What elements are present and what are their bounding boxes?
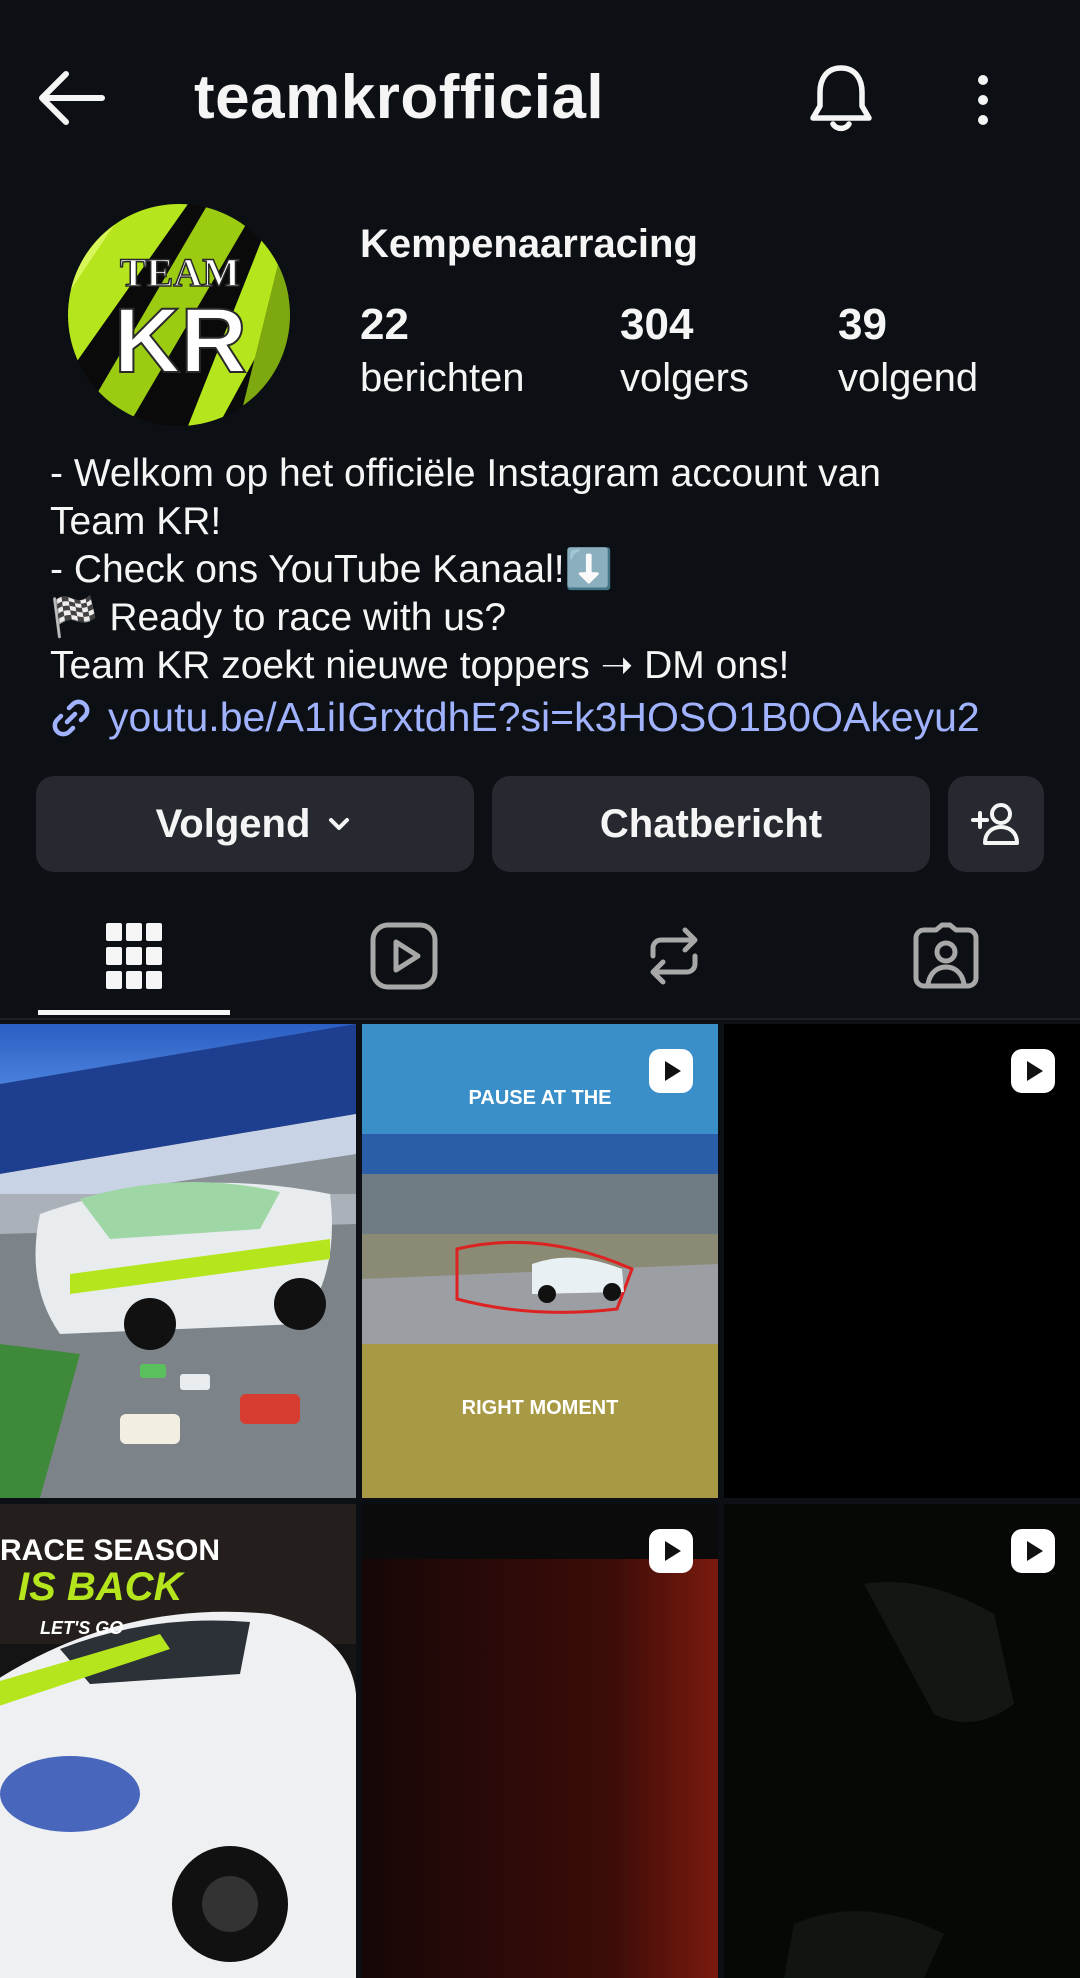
bio-line: 🏁 Ready to race with us? (50, 596, 507, 639)
profile-bio: - Welkom op het officiële Instagram acco… (50, 450, 1050, 690)
stat-following-label: volgend (838, 356, 979, 400)
following-button[interactable]: Volgend (36, 776, 474, 872)
bio-link-text: youtu.be/A1iIGrxtdhE?si=k3HOSO1B0OAkeyu2 (108, 694, 980, 740)
stat-following[interactable]: 39 volgend (838, 300, 978, 401)
top-bar: teamkrofficial (0, 0, 1080, 200)
reels-icon (370, 922, 438, 990)
post-overlay-text: LET'S GO (40, 1618, 123, 1638)
grid-post[interactable] (724, 1504, 1080, 1978)
post-overlay-text: RACE SEASON (0, 1534, 220, 1567)
bio-line: Team KR zoekt nieuwe toppers ➝ DM ons! (50, 644, 790, 687)
bio-line: Team KR! (50, 500, 222, 543)
profile-username: teamkrofficial (194, 63, 605, 132)
bio-line: - Welkom op het officiële Instagram acco… (50, 452, 881, 495)
more-vertical-icon[interactable] (970, 74, 996, 126)
avatar-text-team: TEAM (120, 250, 240, 295)
suggested-users-button[interactable] (948, 776, 1044, 872)
tagged-icon (913, 922, 979, 989)
bio-line: - Check ons YouTube Kanaal!⬇️ (50, 548, 614, 591)
tabs-divider (0, 1018, 1080, 1020)
reel-badge-icon (1011, 1529, 1055, 1573)
stat-posts[interactable]: 22 berichten (360, 300, 525, 401)
following-button-label: Volgend (155, 801, 311, 846)
profile-display-name: Kempenaarracing (360, 222, 698, 266)
tab-reels[interactable] (308, 892, 500, 1020)
stat-followers[interactable]: 304 volgers (620, 300, 749, 401)
grid-post[interactable] (0, 1024, 356, 1498)
profile-tabs (0, 892, 1080, 1022)
grid-post[interactable] (724, 1024, 1080, 1498)
stat-followers-count: 304 (620, 300, 694, 349)
grid-post[interactable]: RACE SEASON IS BACK LET'S GO (0, 1504, 356, 1978)
reel-badge-icon (649, 1529, 693, 1573)
stat-posts-count: 22 (360, 300, 409, 349)
tab-posts[interactable] (38, 892, 230, 1020)
post-overlay-text: PAUSE AT THE (469, 1087, 612, 1109)
tab-reposts[interactable] (578, 892, 770, 1020)
bell-icon[interactable] (806, 62, 876, 136)
stat-followers-label: volgers (620, 356, 749, 400)
bio-link[interactable]: youtu.be/A1iIGrxtdhE?si=k3HOSO1B0OAkeyu2 (48, 694, 980, 741)
active-tab-indicator (38, 1010, 230, 1015)
stat-following-count: 39 (838, 300, 887, 349)
message-button-label: Chatbericht (599, 801, 823, 846)
repost-icon (650, 927, 698, 985)
message-button[interactable]: Chatbericht (492, 776, 930, 872)
stat-posts-label: berichten (360, 356, 525, 400)
reel-badge-icon (649, 1049, 693, 1093)
tab-tagged[interactable] (850, 892, 1042, 1020)
grid-icon (106, 923, 162, 989)
grid-post[interactable]: PAUSE AT THE RIGHT MOMENT (362, 1024, 718, 1498)
post-overlay-text: IS BACK (18, 1565, 186, 1609)
add-person-icon (971, 803, 1019, 845)
chevron-down-icon (329, 818, 350, 830)
profile-avatar[interactable]: TEAM KR (68, 204, 290, 426)
link-icon (52, 699, 90, 736)
post-overlay-text: RIGHT MOMENT (462, 1397, 619, 1419)
avatar-text-kr: KR (114, 290, 247, 392)
arrow-left-icon[interactable] (36, 68, 106, 128)
reel-badge-icon (1011, 1049, 1055, 1093)
grid-post[interactable] (362, 1504, 718, 1978)
